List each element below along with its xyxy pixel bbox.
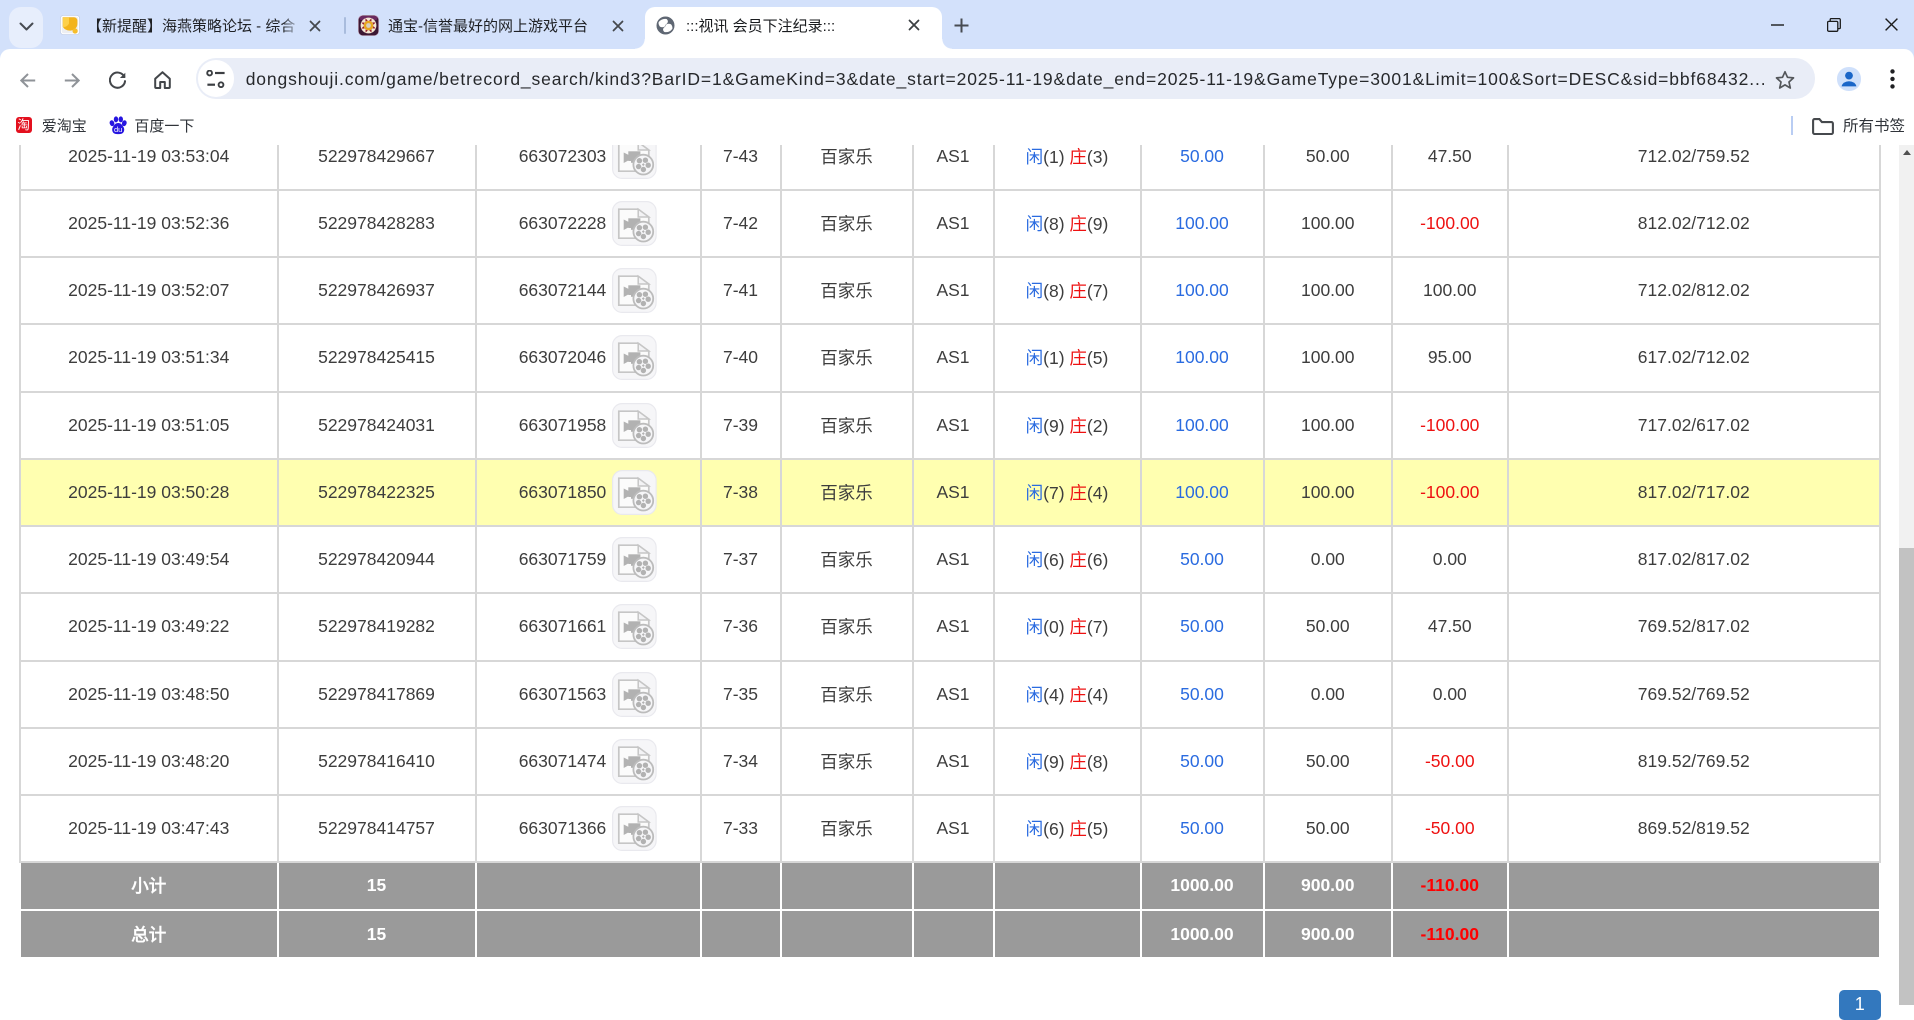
svg-text:du: du [114,125,122,134]
